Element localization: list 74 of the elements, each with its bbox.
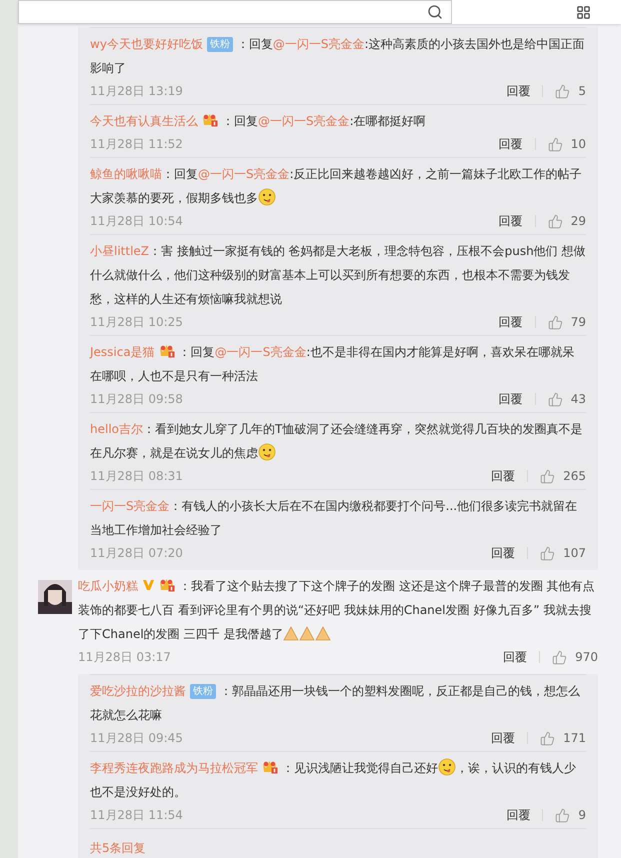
reply-link[interactable]: 回覆	[506, 806, 530, 824]
reply-link[interactable]: 回覆	[498, 212, 523, 230]
thumbs-up-icon	[540, 468, 556, 484]
thumbs-up-icon	[552, 650, 568, 664]
thumbs-up-icon	[548, 392, 563, 406]
thumbs-up-icon	[540, 546, 556, 560]
comment-time: 11月28日 03:17	[78, 649, 171, 666]
thumbs-up-icon	[555, 84, 570, 98]
comment-text: 鲸鱼的啾啾喵：回复@一闪一S亮金金:反正比回来越卷越凶好，之前一篇妹子北欧工作的帖子大家羡慕的要死，假期多钱也多	[90, 166, 583, 208]
thumbs-up-icon	[548, 214, 563, 228]
like-button[interactable]: 970	[552, 648, 598, 666]
username-link[interactable]: 爱吃沙拉的沙拉酱	[90, 684, 186, 698]
like-button[interactable]: 171	[540, 729, 586, 747]
search-field[interactable]	[18, 0, 452, 24]
comment-time: 11月28日 10:25	[90, 314, 183, 331]
comment-text: 一闪一S亮金金：有钱人的小孩长大后在不在国内缴税都要打个问号...他们很多读完书就留在当地工作增加社会经验了	[90, 498, 578, 539]
like-button[interactable]: 9	[555, 806, 586, 824]
like-button[interactable]: 29	[548, 212, 586, 230]
username-link[interactable]: 吃瓜小奶糕	[78, 579, 138, 593]
like-button[interactable]: 79	[548, 313, 586, 331]
comment-text: 爱吃沙拉的沙拉酱 铁粉 ：郭晶晶还用一块钱一个的塑料发圈呢，反正都是自己的钱，想怎么花就怎么花嘛	[90, 683, 581, 724]
comment-time: 11月28日 11:54	[90, 807, 183, 824]
comment-text: 吃瓜小奶糕 ：我看了这个贴去搜了下这个牌子的发圈 这还是这个牌子最普的发圈 其他有点装饰的都要七八百 看到评论里有个男的说“还好吧 我妹妹用的Chanel发圈 好像九百多” 我就去搜了下Chanel的发圈 三四千 是我僭越了	[78, 576, 596, 643]
reply-link[interactable]: 回覆	[491, 729, 516, 747]
username-link[interactable]: wy今天也要好好吃饭	[90, 37, 203, 51]
search-icon	[427, 4, 443, 20]
more-replies-link[interactable]: 共5条回复	[90, 841, 146, 855]
username-link[interactable]: hello吉尔	[90, 422, 143, 436]
like-button[interactable]: 43	[548, 390, 586, 408]
reply-link[interactable]: 回覆	[491, 467, 516, 485]
emoji-icon	[258, 188, 276, 206]
comment-text: hello吉尔：看到她女儿穿了几年的T恤破洞了还会缝缝再穿，突然就觉得几百块的发圈真不是在凡尔赛，就是在说女儿的焦虑	[90, 421, 584, 463]
thumbs-up-icon	[540, 730, 556, 746]
comment-time: 11月28日 11:52	[90, 136, 183, 153]
comment-text: Jessica是猫 ：回复@一闪一S亮金金:也不是非得在国内才能算是好啊，喜欢呆在哪就呆在哪呗，人也不是只有一种活法	[90, 342, 576, 385]
comment-time: 11月28日 09:45	[90, 730, 183, 747]
username-link[interactable]: 今天也有认真生活么	[90, 114, 198, 128]
comment-time: 11月28日 07:20	[90, 545, 183, 562]
fan-badge: 铁粉	[190, 684, 216, 699]
reply-link[interactable]: 回覆	[498, 135, 523, 153]
hands-emoji-icon	[283, 625, 332, 641]
thumbs-up-icon	[548, 136, 563, 152]
emoji-icon	[258, 443, 276, 461]
comment-time: 11月28日 13:19	[90, 83, 183, 100]
like-button[interactable]: 5	[555, 82, 586, 100]
mention-link[interactable]: @一闪一S亮金金	[258, 114, 350, 128]
fan-badge: 铁粉	[206, 37, 233, 52]
thumbs-up-icon	[555, 808, 570, 822]
reply-link[interactable]: 回覆	[498, 390, 523, 408]
comment-text: 小昼littleZ：害 接触过一家挺有钱的 爸妈都是大老板，理念特包容，压根不会push他们 想做什么就做什么，他们这种级别的财富基本上可以买到所有想要的东西，也根本不需要为钱发愁，这样的人生还有烦恼嘛我就想说	[90, 243, 586, 308]
comment-text: wy今天也要好好吃饭 铁粉 ：回复@一闪一S亮金金:这种高素质的小孩去国外也是给中国正面影响了	[90, 36, 586, 77]
like-button[interactable]: 265	[540, 467, 586, 485]
username-link[interactable]: Jessica是猫	[90, 345, 155, 359]
comment-time: 11月28日 10:54	[90, 213, 183, 230]
reply-link[interactable]: 回覆	[506, 82, 530, 100]
reply-link[interactable]: 回覆	[503, 648, 528, 666]
comment-text: 今天也有认真生活么 ：回复@一闪一S亮金金:在哪都挺好啊	[90, 111, 427, 130]
comment-time: 11月28日 08:31	[90, 468, 183, 485]
emoji-icon	[438, 758, 456, 776]
username-link[interactable]: 一闪一S亮金金	[90, 499, 170, 513]
reply-link[interactable]: 回覆	[491, 544, 516, 562]
reply-link[interactable]: 回覆	[498, 313, 523, 331]
username-link[interactable]: 鲸鱼的啾啾喵	[90, 167, 162, 181]
username-link[interactable]: 小昼littleZ	[90, 244, 150, 258]
comment-text: 李程秀连夜跑路成为马拉松冠军 ：见识浅陋让我觉得自己还好 ，诶，认识的有钱人少也不是没好处的。	[90, 756, 586, 804]
thumbs-up-icon	[548, 314, 563, 330]
mention-link[interactable]: @一闪一S亮金金	[272, 37, 365, 51]
comment-time: 11月28日 09:58	[90, 391, 183, 408]
grid-icon	[576, 4, 591, 20]
mention-link[interactable]: @一闪一S亮金金	[214, 345, 306, 359]
mention-link[interactable]: @一闪一S亮金金	[198, 167, 290, 181]
username-link[interactable]: 李程秀连夜跑路成为马拉松冠军	[90, 761, 258, 775]
like-button[interactable]: 107	[540, 544, 586, 562]
like-button[interactable]: 10	[548, 135, 586, 153]
